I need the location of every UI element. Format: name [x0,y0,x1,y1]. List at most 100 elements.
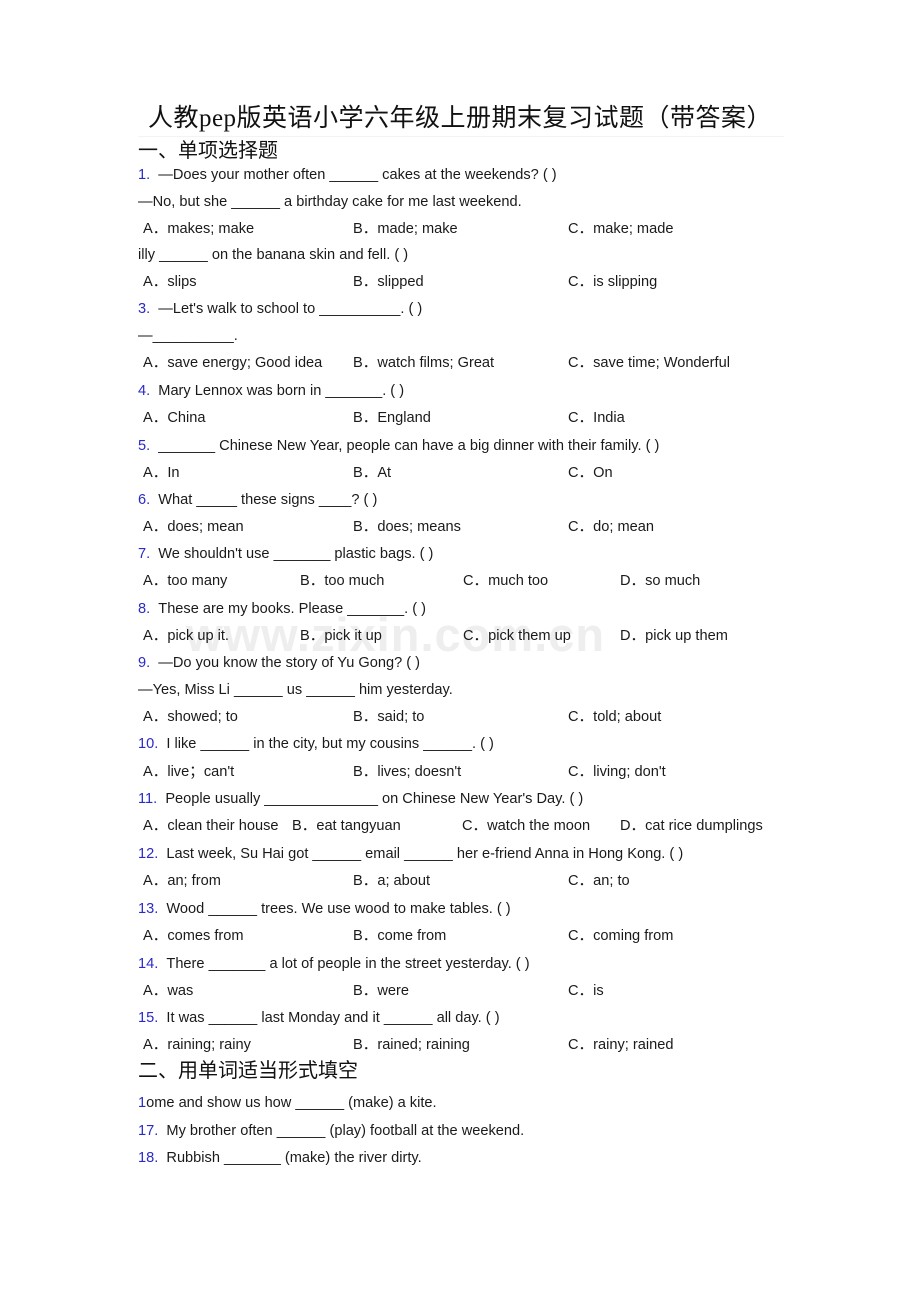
question-10-stem: 10. I like ______ in the city, but my co… [138,734,494,754]
document-page: www.zixin.com.cn 人教pep版英语小学六年级上册期末复习试题（带… [0,0,920,1302]
option-b[interactable]: B．lives; doesn't [353,762,461,782]
question-11-options: A．clean their house B．eat tangyuan C．wat… [0,816,920,836]
option-d[interactable]: D．so much [620,571,700,591]
question-11-stem: 11. People usually ______________ on Chi… [138,789,583,809]
question-number: 6. [138,492,151,508]
option-b[interactable]: B．slipped [353,272,424,292]
option-c[interactable]: C．do; mean [568,517,654,537]
question-number: 1. [138,167,151,183]
option-d[interactable]: D．cat rice dumplings [620,816,763,836]
question-number: 1 [138,1095,147,1111]
question-1-options: A．makes; make B．made; make C．make; made [0,219,920,239]
option-c[interactable]: C．coming from [568,926,673,946]
question-text: What _____ these signs ____? ( ) [158,492,378,508]
question-number: 4. [138,383,151,399]
question-text: There _______ a lot of people in the str… [166,956,530,972]
question-text: —Do you know the story of Yu Gong? ( ) [158,655,421,671]
question-text: Last week, Su Hai got ______ email _____… [166,846,684,862]
question-3-stem: 3. —Let's walk to school to __________. … [138,299,422,319]
question-number: 14. [138,956,159,972]
section-heading-2: 二、用单词适当形式填空 [138,1060,358,1082]
question-text: People usually ______________ on Chinese… [165,791,584,807]
question-12-stem: 12. Last week, Su Hai got ______ email _… [138,844,683,864]
question-13-options: A．comes from B．come from C．coming from [0,926,920,946]
option-d[interactable]: D．pick up them [620,626,728,646]
option-b[interactable]: B．a; about [353,871,430,891]
question-number: 5. [138,438,151,454]
fill-question-17: 17. My brother often ______ (play) footb… [138,1121,524,1141]
option-b[interactable]: B．made; make [353,219,458,239]
question-4-options: A．China B．England C．India [0,408,920,428]
option-b[interactable]: B．England [353,408,431,428]
option-c[interactable]: C．living; don't [568,762,666,782]
option-a[interactable]: A．an; from [143,871,221,891]
option-a[interactable]: A．save energy; Good idea [143,353,322,373]
option-b[interactable]: B．pick it up [300,626,382,646]
question-text: —Does your mother often ______ cakes at … [158,167,557,183]
option-a[interactable]: A．makes; make [143,219,254,239]
option-a[interactable]: A．too many [143,571,227,591]
question-8-stem: 8. These are my books. Please _______. (… [138,599,426,619]
option-c[interactable]: C．On [568,463,613,483]
question-number: 17. [138,1123,159,1139]
question-number: 3. [138,301,151,317]
question-number: 15. [138,1010,159,1026]
option-c[interactable]: C．India [568,408,625,428]
question-number: 8. [138,601,151,617]
question-15-stem: 15. It was ______ last Monday and it ___… [138,1008,500,1028]
option-a[interactable]: A．raining; rainy [143,1035,251,1055]
option-c[interactable]: C．make; made [568,219,673,239]
question-14-stem: 14. There _______ a lot of people in the… [138,954,530,974]
option-a[interactable]: A．In [143,463,180,483]
option-a[interactable]: A．does; mean [143,517,244,537]
option-a[interactable]: A．slips [143,272,197,292]
fill-question-18: 18. Rubbish _______ (make) the river dir… [138,1148,422,1168]
question-1-stem2: —No, but she ______ a birthday cake for … [138,194,522,210]
question-5-options: A．In B．At C．On [0,463,920,483]
question-6-stem: 6. What _____ these signs ____? ( ) [138,490,377,510]
option-c[interactable]: C．is slipping [568,272,657,292]
question-12-options: A．an; from B．a; about C．an; to [0,871,920,891]
option-c[interactable]: C．much too [463,571,548,591]
option-c[interactable]: C．save time; Wonderful [568,353,730,373]
option-a[interactable]: A．showed; to [143,707,238,727]
option-a[interactable]: A．clean their house [143,816,278,836]
option-b[interactable]: B．too much [300,571,384,591]
page-title: 人教pep版英语小学六年级上册期末复习试题（带答案） [147,105,773,132]
option-a[interactable]: A．was [143,981,193,1001]
option-c[interactable]: C．told; about [568,707,661,727]
option-b[interactable]: B．come from [353,926,446,946]
option-b[interactable]: B．At [353,463,391,483]
option-c[interactable]: C．watch the moon [462,816,590,836]
option-b[interactable]: B．rained; raining [353,1035,470,1055]
question-text: I like ______ in the city, but my cousin… [166,736,494,752]
option-b[interactable]: B．said; to [353,707,424,727]
option-a[interactable]: A．pick up it. [143,626,229,646]
question-8-options: A．pick up it. B．pick it up C．pick them u… [0,626,920,646]
question-number: 7. [138,546,151,562]
option-c[interactable]: C．an; to [568,871,630,891]
question-number: 12. [138,846,159,862]
question-14-options: A．was B．were C．is [0,981,920,1001]
question-number: 18. [138,1150,159,1166]
option-b[interactable]: B．were [353,981,409,1001]
option-c[interactable]: C．rainy; rained [568,1035,673,1055]
option-b[interactable]: B．watch films; Great [353,353,494,373]
question-2-stem: illy ______ on the banana skin and fell.… [138,247,409,263]
question-3-options: A．save energy; Good idea B．watch films; … [0,353,920,373]
option-b[interactable]: B．does; means [353,517,461,537]
question-text: Rubbish _______ (make) the river dirty. [166,1150,422,1166]
option-a[interactable]: A．comes from [143,926,244,946]
question-10-options: A．live；can't B．lives; doesn't C．living; … [0,762,920,782]
question-15-options: A．raining; rainy B．rained; raining C．rai… [0,1035,920,1055]
question-9-stem: 9. —Do you know the story of Yu Gong? ( … [138,653,420,673]
question-number: 13. [138,901,159,917]
option-a[interactable]: A．live；can't [143,762,234,782]
option-b[interactable]: B．eat tangyuan [292,816,401,836]
question-number: 11. [138,791,158,807]
option-a[interactable]: A．China [143,408,205,428]
question-text: These are my books. Please _______. ( ) [158,601,426,617]
question-4-stem: 4. Mary Lennox was born in _______. ( ) [138,381,404,401]
option-c[interactable]: C．is [568,981,604,1001]
option-c[interactable]: C．pick them up [463,626,571,646]
